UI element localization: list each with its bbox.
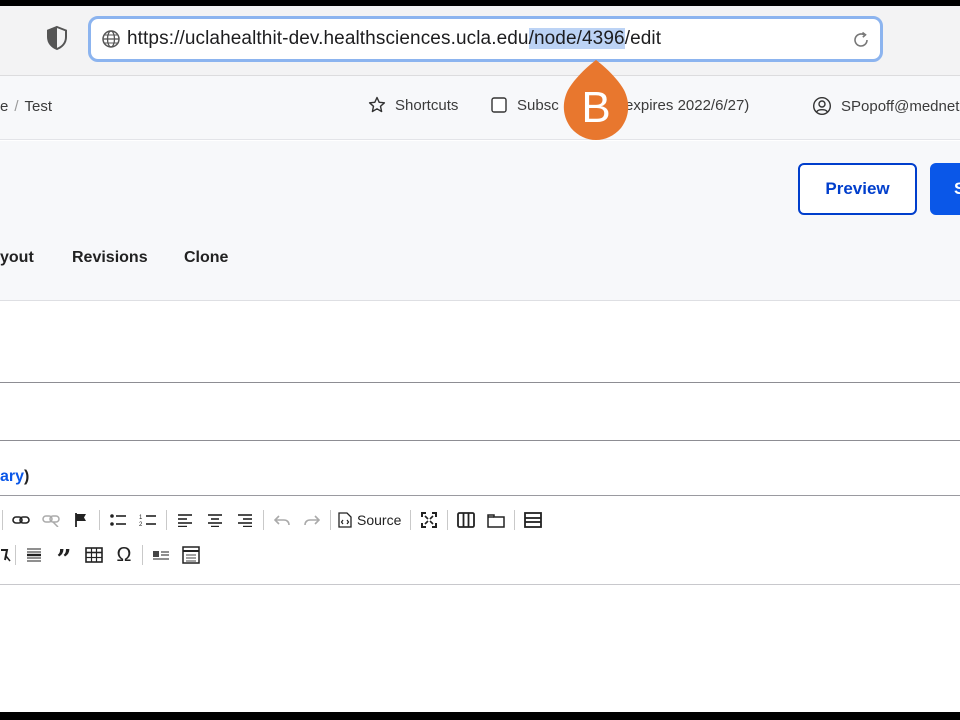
globe-icon <box>101 29 121 49</box>
rows-icon[interactable] <box>518 505 548 535</box>
toolbar-separator <box>15 545 16 565</box>
align-center-icon[interactable] <box>200 505 230 535</box>
url-suffix: /edit <box>624 28 662 49</box>
breadcrumb-separator: / <box>14 98 19 115</box>
editor-top-border <box>0 495 960 496</box>
editor-toolbar-row-1: 12 Source <box>0 505 548 535</box>
url-prefix: https://uclahealthit-dev.healthsciences.… <box>127 28 529 49</box>
align-left-icon[interactable] <box>170 505 200 535</box>
user-icon <box>812 96 832 116</box>
svg-text:1: 1 <box>139 515 143 521</box>
badge-letter: B <box>581 83 610 132</box>
table-icon[interactable] <box>79 540 109 570</box>
numbered-list-icon[interactable]: 12 <box>133 505 163 535</box>
toolbar-separator <box>514 510 516 530</box>
horizontal-line-icon[interactable] <box>19 540 49 570</box>
shield-icon[interactable] <box>44 25 70 51</box>
url-selected-segment: /node/4396 <box>528 28 625 49</box>
source-icon <box>338 512 352 528</box>
subscribe-label-start: Subsc <box>517 96 559 114</box>
shortcuts-button[interactable]: Shortcuts <box>368 96 458 114</box>
text-format-label: ary) <box>0 468 29 486</box>
field-divider <box>0 440 960 441</box>
reload-icon[interactable] <box>850 29 872 51</box>
admin-toolbar: e / Test Shortcuts Subsc ive (expires 2022/… <box>0 76 960 140</box>
preview-button[interactable]: Preview <box>798 163 917 215</box>
remove-format-icon[interactable] <box>0 540 12 570</box>
breadcrumb: e / Test <box>0 98 52 115</box>
user-menu[interactable]: SPopoff@mednet <box>812 96 959 116</box>
shortcuts-label: Shortcuts <box>395 96 459 114</box>
align-right-icon[interactable] <box>230 505 260 535</box>
blockquote-icon[interactable]: ” <box>49 540 79 575</box>
unlink-icon[interactable] <box>36 505 66 535</box>
url-text[interactable]: https://uclahealthit-dev.healthsciences.… <box>127 28 661 50</box>
checkbox-icon <box>491 97 507 113</box>
link-icon[interactable] <box>6 505 36 535</box>
field-divider <box>0 382 960 383</box>
tab-revisions[interactable]: Revisions <box>72 249 148 267</box>
toolbar-separator <box>142 545 143 565</box>
redo-icon[interactable] <box>297 505 327 535</box>
anchor-flag-icon[interactable] <box>66 505 96 535</box>
tab-panel-icon[interactable] <box>481 505 511 535</box>
toolbar-separator <box>166 510 167 530</box>
template-icon[interactable] <box>176 540 206 570</box>
toolbar-separator <box>410 510 412 530</box>
breadcrumb-item-prev[interactable]: e <box>0 98 8 115</box>
toolbar-separator <box>447 510 449 530</box>
special-character-icon[interactable]: Ω <box>109 540 139 570</box>
source-button[interactable]: Source <box>334 512 407 528</box>
text-format-close: ) <box>24 468 30 485</box>
editor-toolbar-row-2: ” Ω <box>0 540 206 575</box>
editor-content-area[interactable] <box>0 584 960 712</box>
breadcrumb-item-current: Test <box>24 98 53 115</box>
maximize-icon[interactable] <box>414 505 444 535</box>
source-label: Source <box>357 512 402 528</box>
browser-toolbar: https://uclahealthit-dev.healthsciences.… <box>0 6 960 76</box>
columns-icon[interactable] <box>451 505 481 535</box>
star-icon <box>368 96 386 113</box>
browser-window: https://uclahealthit-dev.healthsciences.… <box>0 6 960 712</box>
svg-text:2: 2 <box>139 522 143 527</box>
save-button[interactable]: S <box>930 163 960 215</box>
step-b-badge: B <box>563 60 629 140</box>
image-text-icon[interactable] <box>146 540 176 570</box>
address-bar[interactable]: https://uclahealthit-dev.healthsciences.… <box>88 16 883 62</box>
user-label: SPopoff@mednet <box>841 97 960 115</box>
toolbar-separator <box>330 510 331 530</box>
bulleted-list-icon[interactable] <box>103 505 133 535</box>
undo-icon[interactable] <box>267 505 297 535</box>
tab-clone[interactable]: Clone <box>184 249 228 267</box>
text-format-link[interactable]: ary <box>0 468 24 485</box>
toolbar-separator <box>2 510 3 530</box>
toolbar-separator <box>99 510 100 530</box>
page-header: Preview S yout Revisions Clone <box>0 141 960 301</box>
tab-layout[interactable]: yout <box>0 249 34 267</box>
toolbar-separator <box>263 510 264 530</box>
